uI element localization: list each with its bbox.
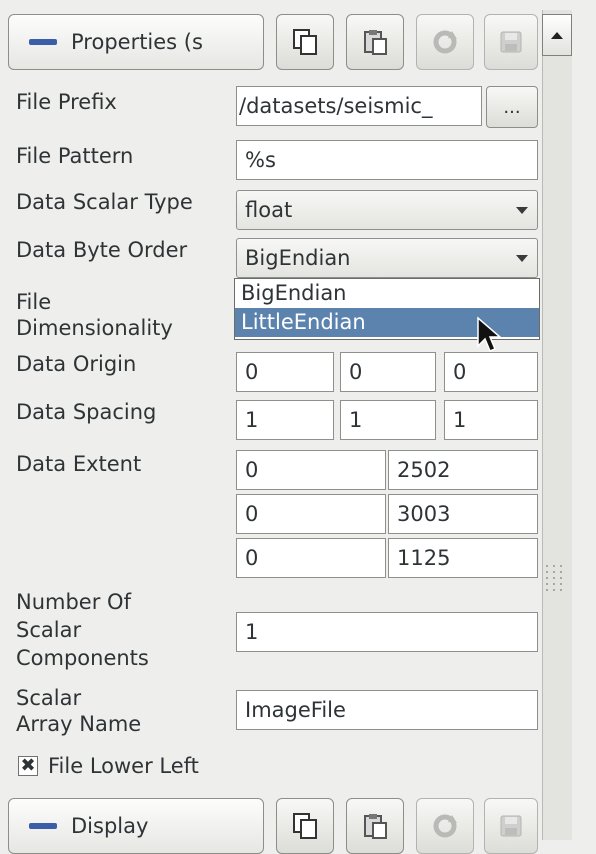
file-lower-left-checkbox[interactable]: ✖	[18, 756, 38, 776]
save-icon	[500, 815, 522, 837]
data-extent-x-max-input[interactable]: 2502	[388, 450, 538, 490]
data-scalar-type-label: Data Scalar Type	[16, 190, 193, 214]
data-origin-z-input[interactable]: 0	[444, 352, 538, 392]
display-section-title: Display	[71, 814, 149, 838]
properties-section-title: Properties (s	[71, 30, 203, 54]
browse-label: ...	[503, 96, 521, 118]
number-of-scalar-components-label-line3: Components	[16, 646, 149, 670]
file-lower-left-label: File Lower Left	[48, 754, 199, 778]
display-section-button[interactable]: Display	[8, 798, 264, 854]
file-pattern-label: File Pattern	[16, 144, 134, 168]
data-extent-label: Data Extent	[16, 452, 142, 476]
checkmark-icon: ✖	[20, 755, 36, 776]
reset-icon	[433, 814, 457, 838]
copy-icon	[293, 813, 317, 839]
data-spacing-label: Data Spacing	[16, 400, 157, 424]
file-dimensionality-label-line1: File	[16, 290, 52, 314]
scalar-array-name-input[interactable]: ImageFile	[236, 690, 538, 730]
data-origin-label: Data Origin	[16, 352, 137, 376]
dropdown-option-bigendian[interactable]: BigEndian	[235, 279, 539, 308]
number-of-scalar-components-input[interactable]: 1	[236, 612, 538, 652]
file-prefix-label: File Prefix	[16, 90, 117, 114]
data-spacing-z-input[interactable]: 1	[444, 400, 538, 440]
data-origin-y-input[interactable]: 0	[340, 352, 436, 392]
data-extent-z-min-input[interactable]: 0	[236, 538, 386, 578]
data-byte-order-select[interactable]: BigEndian	[236, 238, 538, 278]
scrollbar-grip-icon	[546, 565, 563, 591]
scrollbar[interactable]	[542, 10, 572, 840]
paste-icon	[364, 814, 387, 839]
data-scalar-type-value: float	[245, 198, 293, 222]
scroll-up-button[interactable]	[542, 14, 572, 56]
data-spacing-x-input[interactable]: 1	[236, 400, 334, 440]
properties-section-button[interactable]: Properties (s	[8, 14, 264, 70]
reset-icon	[433, 30, 457, 54]
file-dimensionality-label-line2: Dimensionality	[16, 316, 173, 340]
mouse-cursor-icon	[477, 316, 502, 352]
data-origin-x-input[interactable]: 0	[236, 352, 334, 392]
chevron-down-icon	[507, 191, 537, 229]
save-icon	[500, 31, 522, 53]
save-button[interactable]	[484, 14, 538, 70]
data-extent-y-min-input[interactable]: 0	[236, 494, 386, 534]
display-paste-button[interactable]	[346, 798, 404, 854]
data-byte-order-value: BigEndian	[245, 246, 351, 270]
chevron-down-icon	[507, 239, 537, 277]
data-byte-order-label: Data Byte Order	[16, 238, 188, 262]
number-of-scalar-components-label-line1: Number Of	[16, 590, 131, 614]
display-reset-button[interactable]	[416, 798, 474, 854]
copy-icon	[293, 29, 317, 55]
paste-button[interactable]	[346, 14, 404, 70]
file-pattern-input[interactable]: %s	[236, 140, 538, 180]
scalar-array-name-label-line2: Array Name	[16, 712, 142, 736]
reset-button[interactable]	[416, 14, 474, 70]
scalar-array-name-label-line1: Scalar	[16, 686, 82, 710]
collapse-icon	[29, 823, 57, 829]
data-extent-x-min-input[interactable]: 0	[236, 450, 386, 490]
number-of-scalar-components-label-line2: Scalar	[16, 618, 82, 642]
display-save-button[interactable]	[484, 798, 538, 854]
file-prefix-input[interactable]: /datasets/seismic_	[236, 86, 482, 126]
copy-button[interactable]	[276, 14, 334, 70]
display-copy-button[interactable]	[276, 798, 334, 854]
data-extent-z-max-input[interactable]: 1125	[388, 538, 538, 578]
file-prefix-browse-button[interactable]: ...	[486, 86, 538, 128]
data-scalar-type-select[interactable]: float	[236, 190, 538, 230]
paste-icon	[364, 30, 387, 55]
collapse-icon	[29, 39, 57, 45]
data-extent-y-max-input[interactable]: 3003	[388, 494, 538, 534]
data-spacing-y-input[interactable]: 1	[340, 400, 436, 440]
